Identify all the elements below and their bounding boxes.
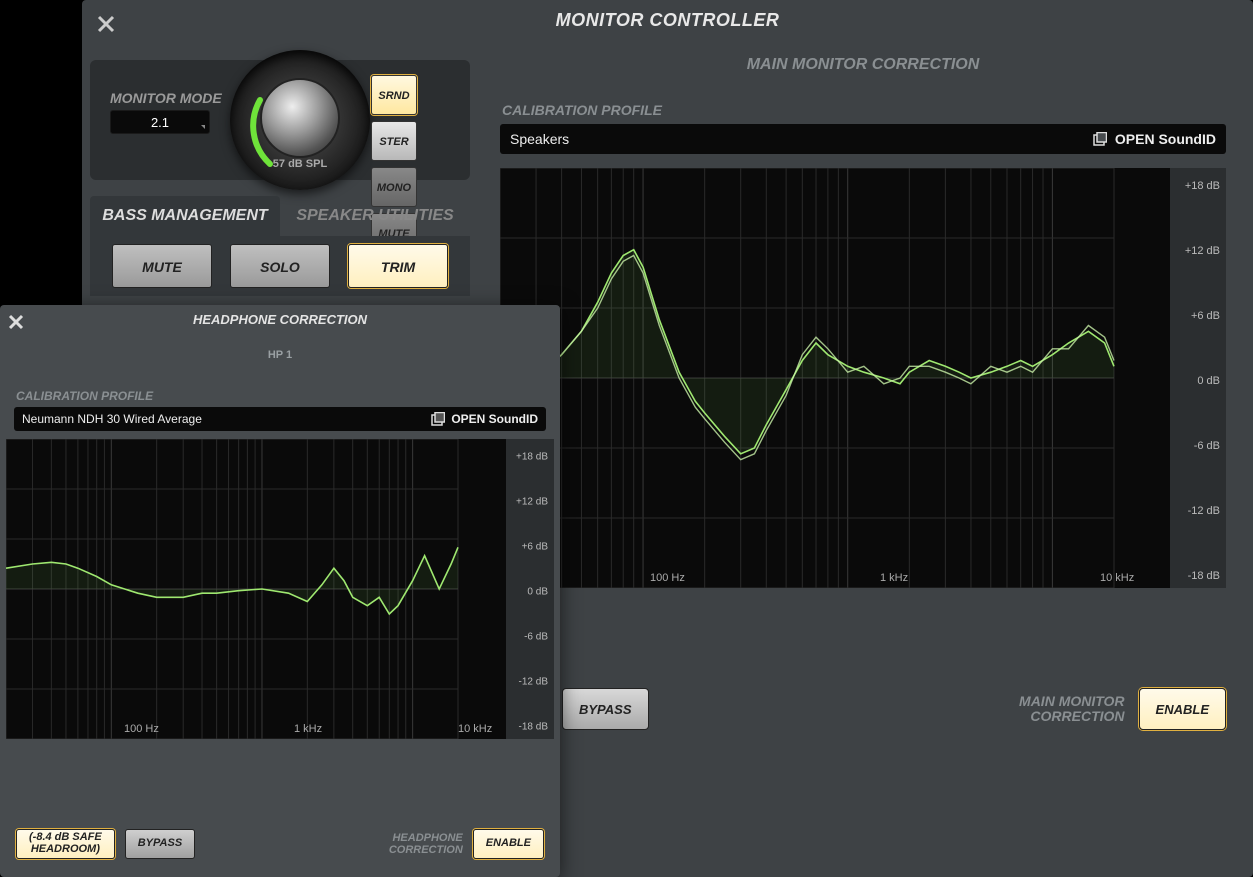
hp-channel-label: HP 1 <box>0 335 560 381</box>
bypass-button[interactable]: BYPASS <box>562 688 649 730</box>
correction-label: MAIN MONITOR CORRECTION <box>1019 694 1125 725</box>
window-title: MONITOR CONTROLLER <box>556 10 780 30</box>
db-scale: +18 dB+12 dB+6 dB0 dB-6 dB-12 dB-18 dB <box>1170 168 1226 588</box>
enable-button[interactable]: ENABLE <box>1139 688 1226 730</box>
open-soundid-button[interactable]: OPEN SoundID <box>1093 131 1216 147</box>
bass-trim-button[interactable]: TRIM <box>348 244 448 288</box>
freq-label-100hz: 100 Hz <box>650 572 685 584</box>
db-scale: +18 dB+12 dB+6 dB0 dB-6 dB-12 dB-18 dB <box>506 439 554 739</box>
monitor-mode-select[interactable]: 2.1 <box>110 110 210 134</box>
hp-safe-headroom-button[interactable]: (-8.4 dB SAFE HEADROOM) <box>16 829 115 859</box>
tab-bass-management[interactable]: BASS MANAGEMENT <box>90 196 280 236</box>
hp-correction-label: HEADPHONE CORRECTION <box>389 832 463 856</box>
close-icon[interactable] <box>94 8 118 32</box>
left-tabs: BASS MANAGEMENT SPEAKER UTILITIES <box>90 196 470 236</box>
freq-label-1khz: 1 kHz <box>294 723 322 735</box>
freq-label-1khz: 1 kHz <box>880 572 908 584</box>
main-correction-panel: MAIN MONITOR CORRECTION CALIBRATION PROF… <box>482 48 1244 748</box>
hp-titlebar: HEADPHONE CORRECTION <box>0 305 560 335</box>
hp-enable-button[interactable]: ENABLE <box>473 829 544 859</box>
correction-title: MAIN MONITOR CORRECTION <box>482 48 1244 94</box>
volume-knob[interactable]: 57 dB SPL <box>230 50 370 190</box>
freq-label-10khz: 10 kHz <box>1100 572 1134 584</box>
external-link-icon <box>1093 132 1107 146</box>
main-correction-chart: +18 dB+12 dB+6 dB0 dB-6 dB-12 dB-18 dB 1… <box>500 168 1226 588</box>
headphone-correction-window: HEADPHONE CORRECTION HP 1 CALIBRATION PR… <box>0 305 560 877</box>
hp-calibration-profile-select[interactable]: Neumann NDH 30 Wired Average OPEN SoundI… <box>14 407 546 431</box>
hp-bypass-button[interactable]: BYPASS <box>125 829 195 859</box>
external-link-icon <box>431 412 445 426</box>
bass-management-buttons: MUTE SOLO TRIM <box>90 236 470 296</box>
profile-name: Speakers <box>510 131 569 147</box>
monitor-mode-label: MONITOR MODE <box>110 90 222 106</box>
srnd-button[interactable]: SRND <box>371 75 417 115</box>
ster-button[interactable]: STER <box>371 121 417 161</box>
calibration-profile-label: CALIBRATION PROFILE <box>482 94 1244 124</box>
titlebar: MONITOR CONTROLLER <box>82 0 1253 40</box>
bass-solo-button[interactable]: SOLO <box>230 244 330 288</box>
hp-profile-name: Neumann NDH 30 Wired Average <box>22 412 202 426</box>
monitor-panel: MONITOR MODE 2.1 57 dB SPL SRND STER MON… <box>90 60 470 180</box>
bass-mute-button[interactable]: MUTE <box>112 244 212 288</box>
freq-label-10khz: 10 kHz <box>458 723 492 735</box>
freq-label-100hz: 100 Hz <box>124 723 159 735</box>
hp-correction-chart: +18 dB+12 dB+6 dB0 dB-6 dB-12 dB-18 dB 1… <box>6 439 554 739</box>
calibration-profile-select[interactable]: Speakers OPEN SoundID <box>500 124 1226 154</box>
close-icon[interactable] <box>8 311 24 341</box>
hp-calibration-label: CALIBRATION PROFILE <box>0 381 560 407</box>
volume-readout: 57 dB SPL <box>230 158 370 170</box>
hp-window-title: HEADPHONE CORRECTION <box>193 312 367 327</box>
tab-speaker-utilities[interactable]: SPEAKER UTILITIES <box>280 196 470 236</box>
hp-open-soundid-button[interactable]: OPEN SoundID <box>431 412 538 426</box>
